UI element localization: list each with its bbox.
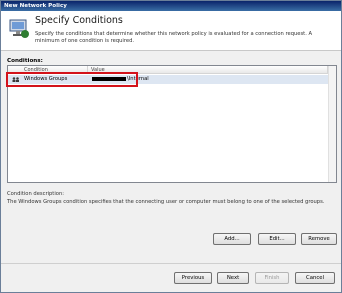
condition-description-text: The Windows Groups condition specifies t… <box>7 199 325 205</box>
condition-name: Windows Groups <box>24 76 68 82</box>
edit-button[interactable]: Edit... <box>258 233 296 245</box>
remove-button[interactable]: Remove <box>301 233 337 245</box>
list-scrollbar[interactable] <box>328 66 336 182</box>
conditions-list[interactable]: Condition Value Windows Groups \Internal <box>7 65 337 183</box>
condition-value: \Internal <box>92 75 149 84</box>
page-title: Specify Conditions <box>35 15 123 26</box>
wizard-header: Specify Conditions Specify the condition… <box>1 11 341 51</box>
page-description: Specify the conditions that determine wh… <box>35 31 313 44</box>
column-header-condition[interactable]: Condition <box>8 66 88 74</box>
network-policy-icon <box>9 19 29 38</box>
condition-row[interactable]: Windows Groups \Internal <box>8 75 328 84</box>
redacted-domain <box>92 76 126 81</box>
windows-groups-icon <box>12 77 19 82</box>
footer-divider <box>1 263 341 264</box>
conditions-label: Conditions: <box>7 58 43 64</box>
column-header-value[interactable]: Value <box>88 66 328 74</box>
window-title: New Network Policy <box>1 1 341 11</box>
cancel-button[interactable]: Cancel <box>295 272 335 284</box>
add-button[interactable]: Add... <box>213 233 251 245</box>
condition-value-text: \Internal <box>127 76 149 82</box>
new-network-policy-window: New Network Policy Specify Conditions Sp… <box>0 0 342 293</box>
finish-button[interactable]: Finish <box>255 272 289 284</box>
next-button[interactable]: Next <box>217 272 249 284</box>
condition-description-label: Condition description: <box>7 191 64 197</box>
list-header: Condition Value <box>8 66 328 74</box>
previous-button[interactable]: Previous <box>174 272 212 284</box>
